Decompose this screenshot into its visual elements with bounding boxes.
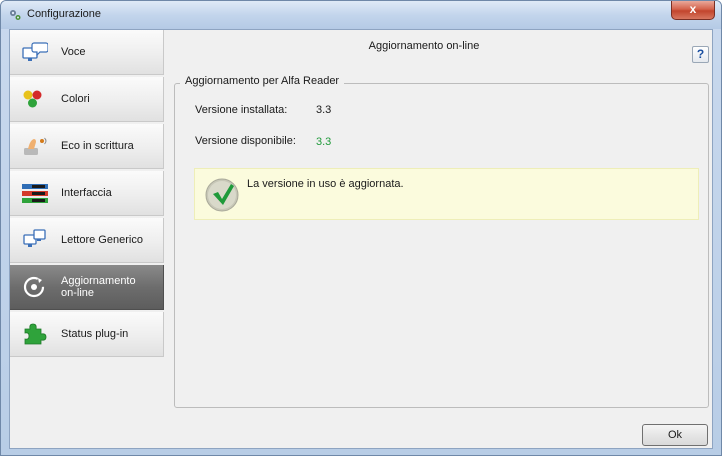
help-button[interactable]: ? bbox=[692, 46, 709, 63]
sidebar-item-lettore-generico[interactable]: Lettore Generico bbox=[10, 218, 164, 263]
puzzle-piece-icon bbox=[24, 323, 47, 345]
interface-bars-icon bbox=[22, 184, 48, 203]
sidebar-item-label: Interfaccia bbox=[61, 187, 112, 199]
sidebar-item-eco-in-scrittura[interactable]: Eco in scrittura bbox=[10, 124, 164, 169]
sidebar-item-aggiornamento-on-line[interactable]: Aggiornamento on-line bbox=[10, 265, 164, 310]
monitor-speech-icon bbox=[22, 42, 48, 61]
title-bar[interactable]: Configurazione x bbox=[1, 1, 721, 29]
color-dots-icon bbox=[23, 90, 42, 108]
page-title: Aggiornamento on-line bbox=[368, 40, 480, 52]
sidebar-item-label: Status plug-in bbox=[61, 328, 129, 340]
sidebar-item-colori[interactable]: Colori bbox=[10, 77, 164, 122]
sidebar-item-label: Voce bbox=[61, 46, 86, 58]
generic-reader-icon bbox=[23, 229, 46, 247]
window-title: Configurazione bbox=[27, 8, 101, 20]
sidebar-item-label: Colori bbox=[61, 93, 90, 105]
configuration-window: Configurazione x Voce Colori Eco in scri… bbox=[0, 0, 722, 456]
status-message: La versione in uso è aggiornata. bbox=[247, 178, 404, 190]
sidebar-item-voce[interactable]: Voce bbox=[10, 30, 164, 75]
ok-button[interactable]: Ok bbox=[642, 424, 708, 446]
app-settings-icon bbox=[10, 10, 21, 20]
sidebar-item-label: Eco in scrittura bbox=[61, 140, 134, 152]
installed-version-label: Versione installata: bbox=[195, 104, 288, 116]
hand-typing-icon bbox=[24, 137, 47, 155]
client-area: Voce Colori Eco in scrittura Interfaccia… bbox=[9, 29, 713, 449]
installed-version-value: 3.3 bbox=[316, 104, 332, 116]
sidebar-item-status-plug-in[interactable]: Status plug-in bbox=[10, 312, 164, 357]
update-group-box bbox=[174, 83, 709, 408]
available-version-value: 3.3 bbox=[316, 136, 332, 148]
close-button[interactable]: x bbox=[671, 1, 715, 20]
available-version-label: Versione disponibile: bbox=[195, 135, 296, 147]
sidebar-item-label: Aggiornamento on-line bbox=[61, 275, 136, 299]
update-refresh-icon bbox=[23, 276, 45, 298]
status-message-box: La versione in uso è aggiornata. bbox=[194, 168, 699, 220]
sidebar: Voce Colori Eco in scrittura Interfaccia… bbox=[10, 30, 164, 448]
group-title: Aggiornamento per Alfa Reader bbox=[180, 75, 345, 87]
sidebar-item-interfaccia[interactable]: Interfaccia bbox=[10, 171, 164, 216]
sidebar-item-label: Lettore Generico bbox=[61, 234, 143, 246]
checkmark-icon bbox=[205, 178, 239, 212]
